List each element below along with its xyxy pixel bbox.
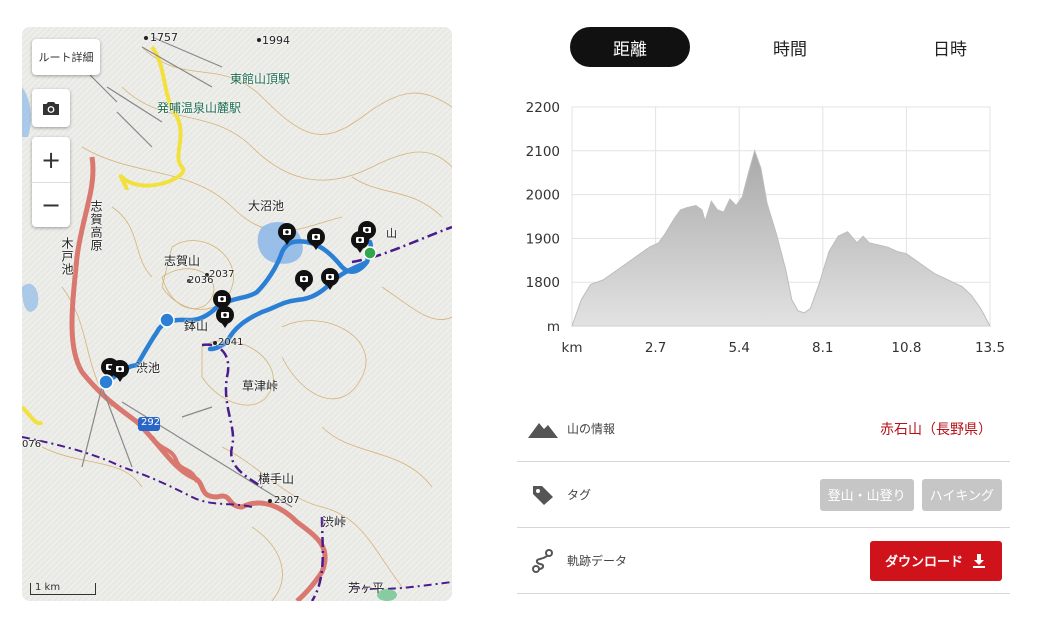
download-button[interactable]: ダウンロード [870, 540, 1002, 581]
y-tick-label: 1900 [526, 231, 560, 247]
place-label: 渋峠 [322, 515, 347, 529]
route-map[interactable]: 1757 1994 東館山頂駅 発哺温泉山麓駅 大沼池 山 志賀山 2037 2… [22, 27, 452, 601]
elevation-label: 2036 [188, 275, 214, 286]
profile-tabs: 距離 時間 日時 [570, 27, 1030, 67]
mountain-name-link[interactable]: 赤石山（長野県） [880, 419, 992, 439]
map-scale-bar: 1 km [30, 583, 96, 595]
elevation-label: 1757 [150, 31, 178, 44]
mountain-info-row: 山の情報 赤石山（長野県） [517, 396, 1010, 462]
elevation-label: 2307 [274, 495, 300, 506]
route-number: 292 [141, 417, 161, 428]
elevation-profile-chart[interactable]: 1800 1900 2000 2100 2200 mkm 2.7 5.4 8.1 10.8 13.5 [515, 95, 1015, 360]
x-tick-label: 2.7 [645, 340, 666, 356]
place-label: 木戸池 [60, 237, 74, 276]
route-info-list: 山の情報 赤石山（長野県） タグ 登山・山登り ハイキング 軌跡データ ダウンロ… [517, 396, 1010, 594]
tag-row: タグ 登山・山登り ハイキング [517, 462, 1010, 528]
zoom-in-button[interactable]: + [32, 137, 70, 182]
y-tick-label: 2200 [526, 100, 560, 116]
zoom-control: + − [32, 137, 70, 227]
x-tick-label: 13.5 [975, 340, 1005, 356]
tab-datetime[interactable]: 日時 [890, 27, 1010, 67]
place-label: 渋池 [136, 361, 161, 375]
tag-icon [533, 485, 553, 505]
y-tick-label: 1800 [526, 275, 560, 291]
zoom-out-button[interactable]: − [32, 182, 70, 227]
station-label: 東館山頂駅 [230, 72, 291, 86]
track-data-row: 軌跡データ ダウンロード [517, 528, 1010, 594]
mountain-icon [528, 422, 558, 438]
place-label: 鉢山 [184, 319, 209, 333]
y-tick-label: 2100 [526, 144, 560, 160]
photo-toggle-button[interactable] [32, 89, 70, 127]
x-tick-label: 5.4 [728, 340, 749, 356]
place-label: 芳ヶ平 [348, 581, 385, 595]
goal-marker [363, 246, 377, 260]
tag-chip[interactable]: ハイキング [921, 478, 1002, 511]
download-icon [973, 553, 985, 568]
place-label: 山 [386, 227, 397, 240]
elevation-label: 2041 [218, 337, 244, 348]
download-button-label: ダウンロード [884, 555, 963, 570]
place-label: 草津峠 [242, 379, 279, 393]
place-label: 横手山 [258, 472, 295, 486]
track-path-icon [532, 548, 553, 573]
tag-list: 登山・山登り ハイキング [819, 478, 1002, 511]
elevation-label: 1994 [262, 34, 290, 47]
x-tick-label: 8.1 [812, 340, 833, 356]
elevation-label: 076 [22, 439, 42, 450]
y-tick-label: 2000 [526, 188, 560, 204]
y-unit-label: m [547, 319, 560, 335]
place-label: 志賀高原 [89, 200, 103, 252]
route-detail-button[interactable]: ルート詳細 [32, 39, 100, 75]
station-label: 発哺温泉山麓駅 [157, 101, 242, 115]
x-tick-label: 10.8 [891, 340, 921, 356]
tab-time[interactable]: 時間 [730, 27, 850, 67]
tab-distance[interactable]: 距離 [570, 27, 690, 67]
place-label: 大沼池 [248, 199, 285, 213]
camera-icon [43, 101, 59, 115]
start-marker [98, 374, 114, 390]
tag-chip[interactable]: 登山・山登り [819, 478, 914, 511]
x-unit-label: km [562, 340, 583, 356]
place-label: 志賀山 [164, 254, 201, 268]
